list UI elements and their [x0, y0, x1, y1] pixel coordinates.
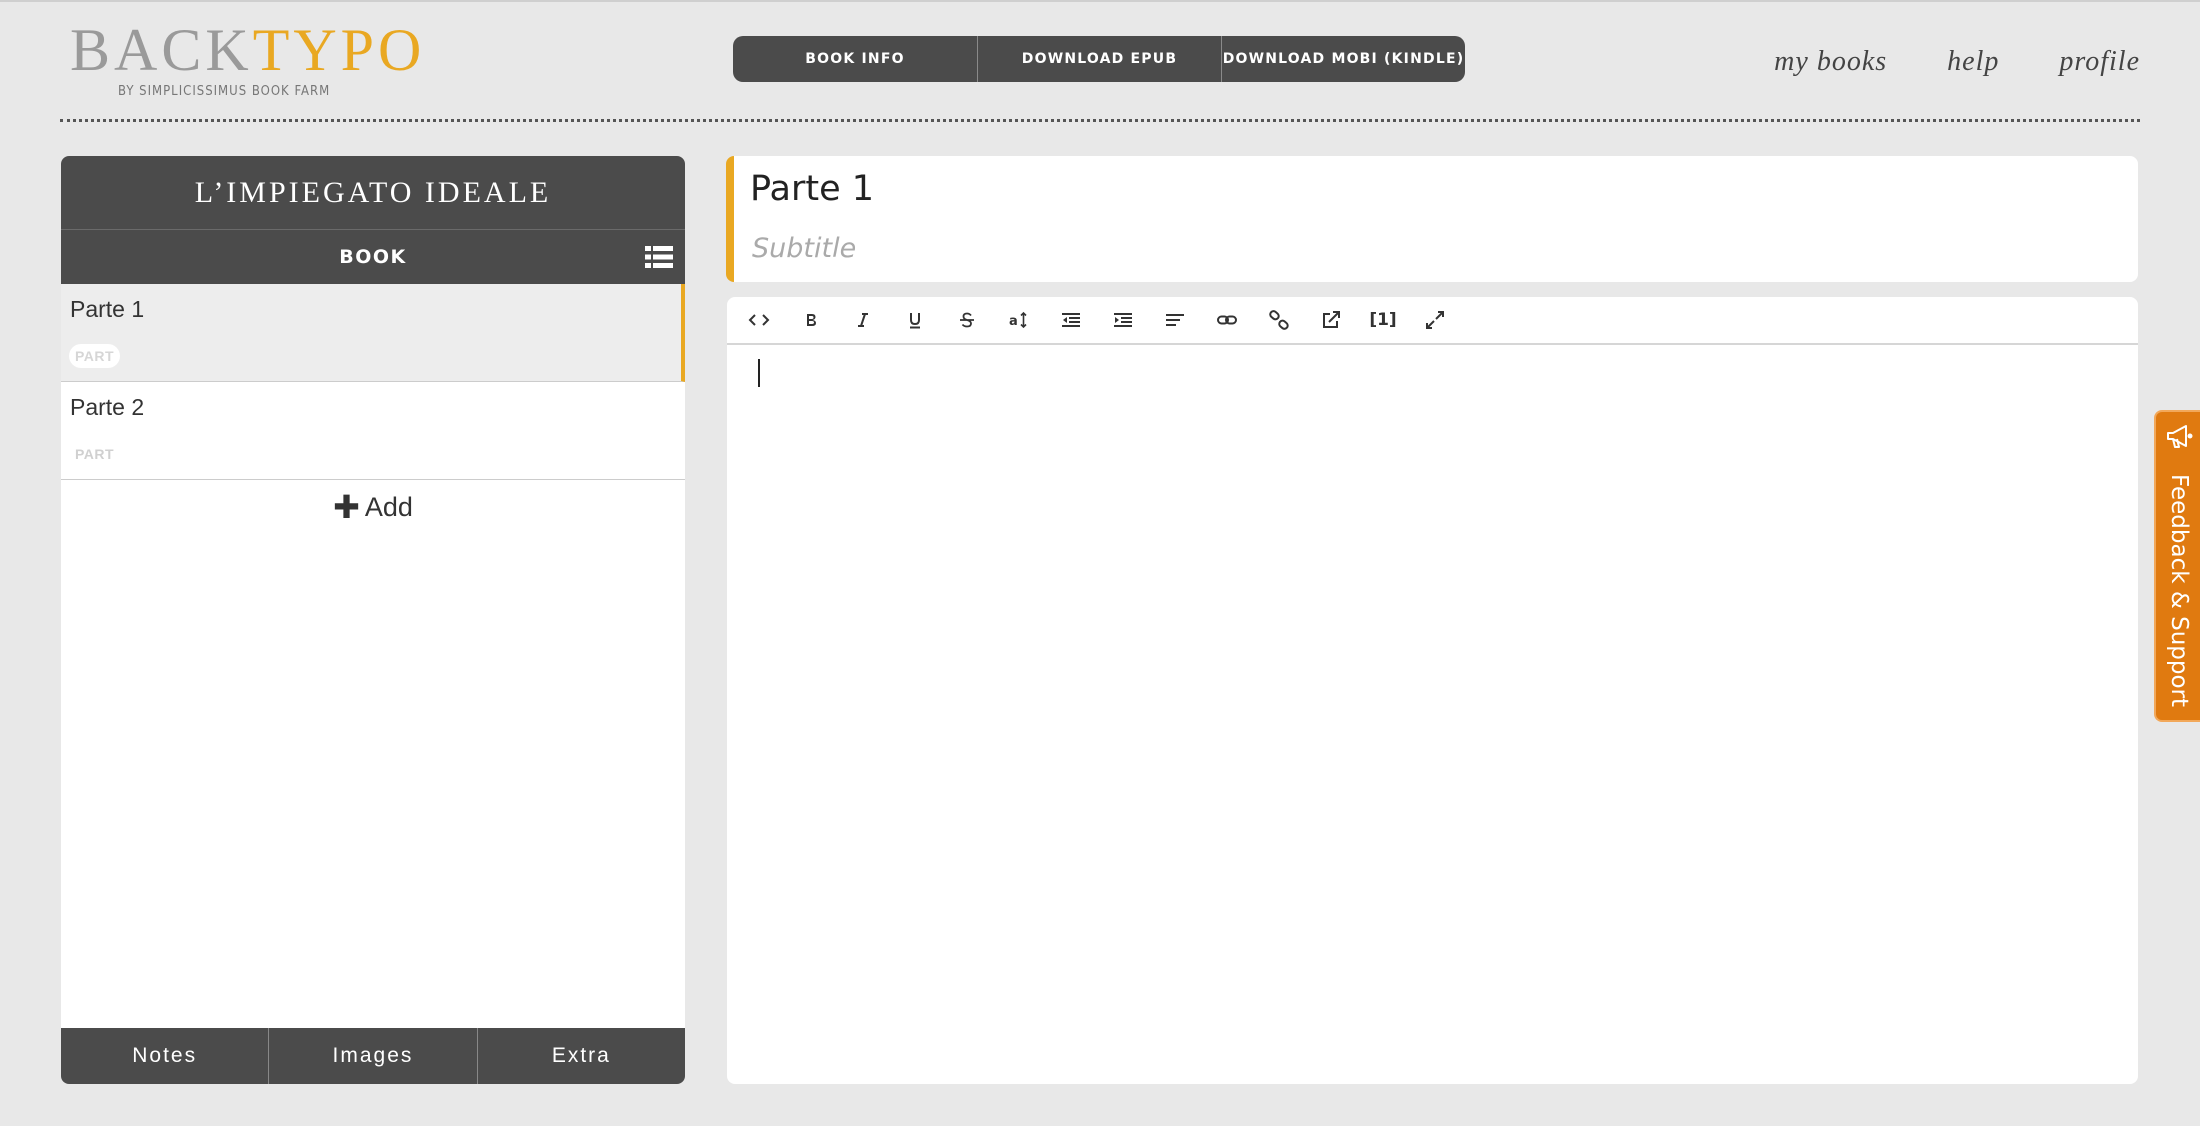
extra-tab[interactable]: Extra: [478, 1028, 685, 1084]
backtypo-logo[interactable]: BACKTYPO BY SIMPLICISSIMUS BOOK FARM: [70, 20, 425, 99]
nav-help[interactable]: help: [1947, 46, 1999, 78]
book-section-header[interactable]: BOOK: [61, 230, 685, 284]
logo-back-text: BACK: [70, 17, 253, 83]
indent-icon: [1114, 313, 1132, 327]
chapter-list-item[interactable]: Parte 2 PART: [61, 382, 685, 480]
chapter-title-panel: [726, 156, 2138, 282]
logo-typo-text: TYPO: [252, 17, 426, 83]
megaphone-icon: [2167, 425, 2193, 448]
footnote-button[interactable]: [1]: [1357, 300, 1409, 340]
align-left-icon: [1166, 314, 1184, 326]
align-button[interactable]: [1149, 300, 1201, 340]
sidebar-footer-tabs: Notes Images Extra: [61, 1028, 685, 1084]
chapter-title-input[interactable]: [750, 164, 2110, 214]
indent-button[interactable]: [1097, 300, 1149, 340]
footnote-label: [1]: [1369, 310, 1397, 330]
logo-subtitle: BY SIMPLICISSIMUS BOOK FARM: [118, 84, 331, 99]
remove-link-button[interactable]: [1253, 300, 1305, 340]
list-view-icon[interactable]: [645, 245, 673, 269]
book-title: L’IMPIEGATO IDEALE: [61, 156, 685, 230]
add-chapter-button[interactable]: ✚ Add: [61, 480, 685, 534]
external-link-button[interactable]: [1305, 300, 1357, 340]
fullscreen-button[interactable]: [1409, 300, 1461, 340]
outdent-button[interactable]: [1045, 300, 1097, 340]
link-icon: [1217, 315, 1237, 325]
underline-icon: [910, 313, 920, 329]
download-mobi-button[interactable]: DOWNLOAD MOBI (KINDLE): [1222, 36, 1465, 82]
nav-my-books[interactable]: my books: [1774, 46, 1887, 78]
source-code-button[interactable]: [733, 300, 785, 340]
strikethrough-icon: [960, 312, 974, 328]
font-size-button[interactable]: a: [993, 300, 1045, 340]
chapter-title: Parte 2: [70, 394, 145, 420]
images-tab[interactable]: Images: [269, 1028, 478, 1084]
insert-link-button[interactable]: [1201, 300, 1253, 340]
book-section-label: BOOK: [339, 246, 407, 268]
bold-button[interactable]: [785, 300, 837, 340]
editor-content-area[interactable]: [727, 345, 2138, 1082]
feedback-label: Feedback & Support: [2166, 474, 2192, 708]
header: BACKTYPO BY SIMPLICISSIMUS BOOK FARM BOO…: [60, 2, 2140, 122]
underline-button[interactable]: [889, 300, 941, 340]
download-epub-button[interactable]: DOWNLOAD EPUB: [978, 36, 1222, 82]
add-label: Add: [364, 491, 413, 522]
svg-text:a: a: [1009, 314, 1018, 329]
feedback-support-tab[interactable]: Feedback & Support: [2154, 410, 2200, 722]
bold-icon: [807, 314, 816, 326]
chapter-type-badge: PART: [75, 446, 115, 462]
chapter-list-item[interactable]: Parte 1 PART: [61, 284, 685, 382]
notes-tab[interactable]: Notes: [61, 1028, 270, 1084]
rich-text-editor: a [1]: [727, 297, 2138, 1084]
nav-profile[interactable]: profile: [2059, 46, 2140, 78]
text-caret: [758, 359, 760, 387]
book-info-button[interactable]: BOOK INFO: [733, 36, 978, 82]
unlink-icon: [1269, 310, 1289, 330]
chapter-type-badge: PART: [69, 344, 121, 368]
chapter-subtitle-input[interactable]: [752, 228, 2112, 268]
expand-icon: [1426, 311, 1444, 329]
top-nav: my books help profile: [1714, 46, 2140, 78]
external-link-icon: [1323, 311, 1340, 328]
outdent-icon: [1062, 313, 1080, 327]
code-icon: [748, 314, 770, 326]
book-sidebar: L’IMPIEGATO IDEALE BOOK Parte 1 PART Par…: [61, 156, 685, 1084]
book-actions-bar: BOOK INFO DOWNLOAD EPUB DOWNLOAD MOBI (K…: [733, 36, 1465, 82]
chapter-title: Parte 1: [70, 296, 145, 322]
italic-icon: [858, 313, 868, 327]
italic-button[interactable]: [837, 300, 889, 340]
editor-toolbar: a [1]: [727, 297, 2138, 345]
strikethrough-button[interactable]: [941, 300, 993, 340]
plus-icon: ✚: [333, 489, 360, 525]
text-size-icon: a: [1009, 311, 1027, 329]
